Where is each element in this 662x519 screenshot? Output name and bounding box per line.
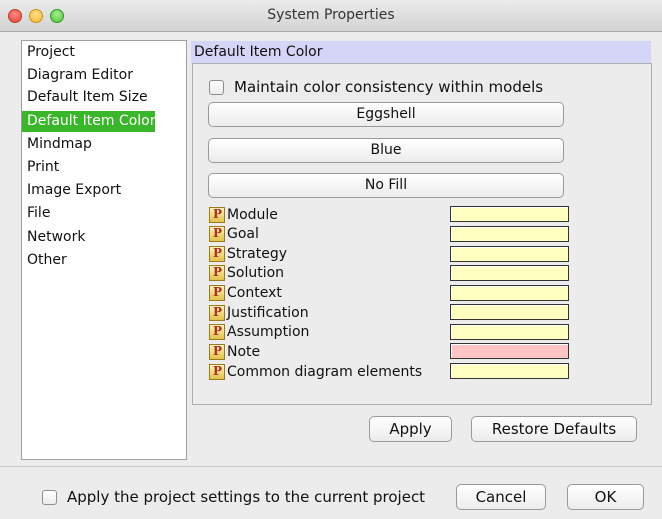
item-row-note: Note <box>209 342 260 361</box>
color-swatch-context[interactable] <box>450 285 569 301</box>
category-item-default-item-color[interactable]: Default Item Color <box>22 111 156 132</box>
category-item-project[interactable]: Project <box>22 42 75 63</box>
item-label: Strategy <box>227 245 287 262</box>
item-label: Justification <box>227 304 309 321</box>
property-icon <box>209 264 225 281</box>
no-fill-button[interactable]: No Fill <box>208 173 564 198</box>
maintain-consistency-label: Maintain color consistency within models <box>234 78 544 96</box>
maintain-consistency-checkbox[interactable] <box>209 79 224 95</box>
item-label: Context <box>227 284 282 301</box>
eggshell-button[interactable]: Eggshell <box>208 102 564 127</box>
window-title: System Properties <box>267 7 395 23</box>
color-swatch-assumption[interactable] <box>450 324 569 340</box>
color-swatch-module[interactable] <box>450 206 569 222</box>
maintain-consistency-row: Maintain color consistency within models <box>209 77 543 97</box>
category-item-network[interactable]: Network <box>22 227 85 248</box>
item-row-justification: Justification <box>209 303 309 322</box>
item-label: Note <box>227 343 261 360</box>
item-label: Module <box>227 206 278 223</box>
property-icon <box>209 304 225 321</box>
item-row-common-diagram-elements: Common diagram elements <box>209 362 422 381</box>
category-item-mindmap[interactable]: Mindmap <box>22 134 92 155</box>
apply-project-row: Apply the project settings to the curren… <box>42 487 425 507</box>
property-icon <box>209 363 225 380</box>
color-swatch-goal[interactable] <box>450 226 569 242</box>
color-swatch-justification[interactable] <box>450 304 569 320</box>
item-label: Goal <box>227 225 259 242</box>
item-row-context: Context <box>209 283 282 302</box>
category-item-default-item-size[interactable]: Default Item Size <box>22 87 148 108</box>
apply-project-label: Apply the project settings to the curren… <box>67 488 426 506</box>
item-row-module: Module <box>209 205 278 224</box>
cancel-button[interactable]: Cancel <box>456 484 546 510</box>
color-swatch-common-diagram-elements[interactable] <box>450 363 569 379</box>
property-icon <box>209 245 225 262</box>
apply-project-checkbox[interactable] <box>42 489 57 505</box>
property-icon <box>209 323 225 340</box>
color-swatch-note[interactable] <box>450 343 569 359</box>
item-label: Common diagram elements <box>227 363 423 380</box>
category-item-file[interactable]: File <box>22 203 50 224</box>
item-label: Assumption <box>227 323 310 340</box>
item-row-assumption: Assumption <box>209 322 309 341</box>
panel-title: Default Item Color <box>191 41 651 63</box>
property-icon <box>209 343 225 360</box>
property-icon <box>209 284 225 301</box>
item-row-solution: Solution <box>209 263 284 282</box>
property-icon <box>209 206 225 223</box>
item-label: Solution <box>227 264 285 281</box>
item-row-goal: Goal <box>209 224 259 243</box>
category-item-other[interactable]: Other <box>22 250 67 271</box>
restore-defaults-button[interactable]: Restore Defaults <box>471 416 637 442</box>
category-item-image-export[interactable]: Image Export <box>22 180 121 201</box>
apply-button[interactable]: Apply <box>369 416 452 442</box>
category-item-print[interactable]: Print <box>22 157 59 178</box>
item-row-strategy: Strategy <box>209 244 287 263</box>
category-item-diagram-editor[interactable]: Diagram Editor <box>22 65 133 86</box>
footer-divider <box>0 466 662 467</box>
title-bar: System Properties <box>0 0 662 32</box>
color-swatch-strategy[interactable] <box>450 246 569 262</box>
property-icon <box>209 225 225 242</box>
ok-button[interactable]: OK <box>567 484 644 510</box>
blue-button[interactable]: Blue <box>208 138 564 163</box>
category-list: Project Diagram Editor Default Item Size… <box>21 40 187 460</box>
color-swatch-solution[interactable] <box>450 265 569 281</box>
